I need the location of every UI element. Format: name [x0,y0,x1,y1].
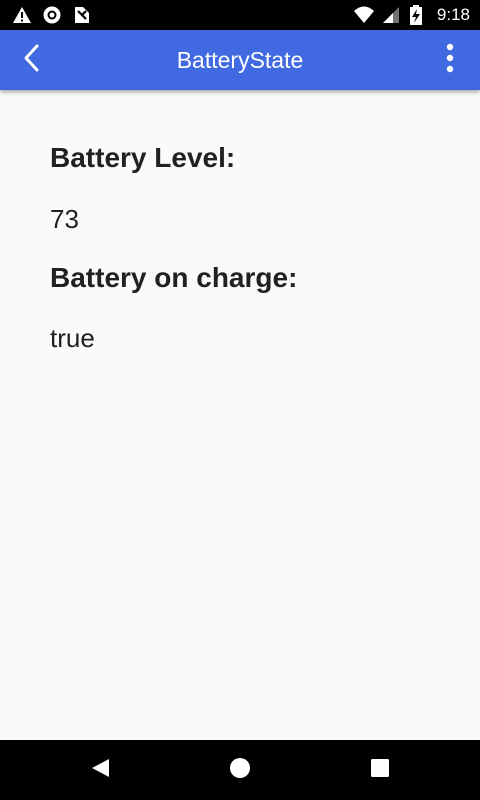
sync-circle-icon [42,5,62,25]
nav-recents-button[interactable] [356,746,404,794]
battery-charging-icon [409,5,429,25]
no-sim-icon [72,5,92,25]
battery-level-label: Battery Level: [50,142,236,173]
nav-home-button[interactable] [216,746,264,794]
cell-signal-icon [381,5,401,25]
circle-home-icon [229,757,251,784]
more-vertical-icon [446,43,454,78]
status-left-icons [12,5,92,25]
wifi-icon [353,5,374,25]
back-button[interactable] [8,36,56,84]
phone-screen: 9:18 BatteryState Battery Level: 73 Batt… [0,0,480,800]
status-right-icons: 9:18 [353,5,470,25]
triangle-back-icon [89,757,111,784]
warning-icon [12,5,32,25]
chevron-left-icon [20,43,44,78]
overflow-menu-button[interactable] [426,36,474,84]
battery-state-content: Battery Level: 73 Battery on charge: tru… [0,90,480,740]
battery-level-value: 73 [50,204,79,234]
app-title: BatteryState [176,47,304,73]
battery-charge-label: Battery on charge: [50,262,298,293]
square-recents-icon [370,758,390,783]
nav-back-button[interactable] [76,746,124,794]
battery-charge-value: true [50,323,95,353]
status-time: 9:18 [436,5,470,24]
navigation-bar [0,740,480,800]
app-bar: BatteryState [0,30,480,90]
status-bar: 9:18 [0,0,480,30]
